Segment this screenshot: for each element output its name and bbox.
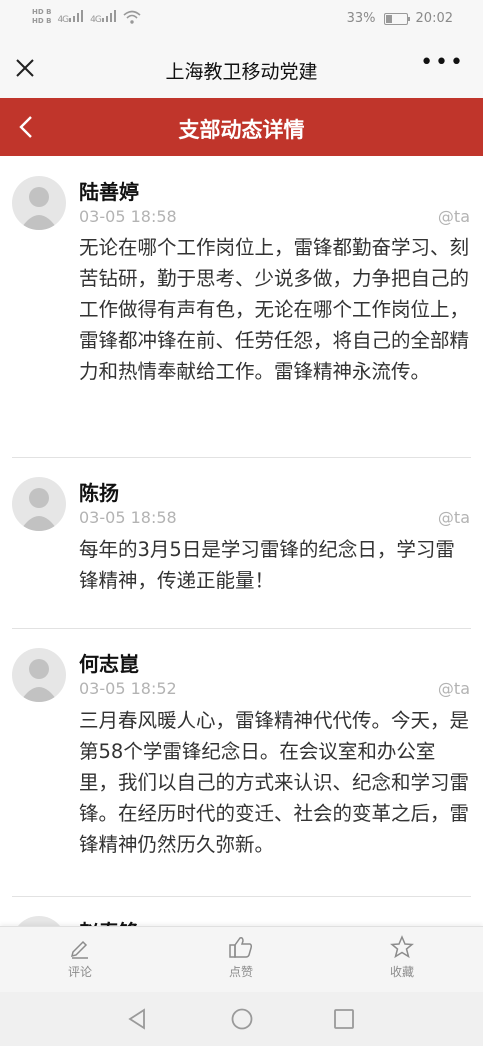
user-avatar-icon [20, 659, 58, 702]
comment-text: 三月春风暖人心，雷锋精神代代传。今天，是第58个学雷锋纪念日。在会议室和办公室里… [79, 709, 470, 856]
comment-text: 无论在哪个工作岗位上，雷锋都勤奋学习、刻苦钻研，勤于思考、少说多做，力争把自己的… [79, 236, 470, 383]
comment-label: 评论 [67, 965, 92, 979]
mention-button[interactable]: @ta [438, 508, 470, 527]
comment-author: 何志崑 [79, 652, 139, 676]
comment-time: 03-05 18:52 [79, 679, 177, 698]
avatar[interactable] [12, 916, 66, 926]
avatar[interactable] [12, 648, 66, 702]
pencil-icon [70, 940, 88, 959]
star-icon [390, 935, 414, 959]
comment-author: 陆善婷 [79, 180, 139, 204]
nav-back-icon[interactable] [124, 1005, 152, 1033]
hd-label-2: HD B [32, 17, 52, 25]
battery-percent: 33% [346, 11, 376, 26]
nav-recent-icon[interactable] [330, 1005, 358, 1033]
net-label-2: 4G [90, 14, 102, 25]
like-button[interactable]: 点赞 [201, 935, 281, 980]
system-nav-bar [0, 992, 483, 1046]
divider [12, 896, 471, 897]
page-title: 支部动态详情 [178, 118, 305, 142]
favorite-label: 收藏 [389, 965, 414, 979]
hd-icon: HD B HD B [32, 8, 51, 26]
battery-icon [383, 12, 410, 25]
comment-author: 赵春锋 [79, 916, 139, 926]
avatar[interactable] [12, 477, 66, 531]
user-avatar-icon [20, 187, 58, 230]
action-bar: 评论 点赞 收藏 [0, 926, 483, 993]
divider [12, 457, 471, 458]
comment-time: 03-05 18:58 [79, 207, 177, 226]
user-avatar-icon [12, 916, 66, 926]
clock: 20:02 [415, 11, 453, 26]
comment-button[interactable]: 评论 [40, 935, 120, 980]
status-bar: HD B HD B 4G 4G 33% 20:02 [0, 0, 483, 40]
thumbs-up-icon [229, 937, 253, 958]
comment-time: 03-05 18:58 [79, 508, 177, 527]
comment-list[interactable]: 陆善婷 03-05 18:58 @ta 无论在哪个工作岗位上，雷锋都勤奋学习、刻… [0, 156, 483, 926]
comment-author: 陈扬 [79, 481, 119, 505]
app-title: 上海教卫移动党建 [165, 61, 318, 83]
more-icon[interactable]: ••• [420, 50, 465, 75]
favorite-button[interactable]: 收藏 [362, 935, 442, 980]
net-label-1: 4G [57, 14, 69, 25]
avatar[interactable] [12, 176, 66, 230]
mention-button[interactable]: @ta [438, 679, 470, 698]
page-header: 支部动态详情 [0, 98, 483, 156]
comment-text: 每年的3月5日是学习雷锋的纪念日，学习雷锋精神，传递正能量！ [79, 538, 455, 592]
signal-indicators: HD B HD B 4G 4G [32, 8, 141, 26]
hd-label-1: HD B [32, 8, 52, 16]
divider [12, 628, 471, 629]
mention-button[interactable]: @ta [438, 207, 470, 226]
signal-icon: 4G [90, 9, 117, 25]
nav-home-icon[interactable] [228, 1005, 256, 1033]
wifi-icon [123, 10, 141, 24]
signal-icon: 4G [57, 9, 84, 25]
like-label: 点赞 [228, 965, 253, 979]
wechat-title-bar: 上海教卫移动党建 ••• [0, 40, 483, 98]
user-avatar-icon [20, 488, 58, 531]
